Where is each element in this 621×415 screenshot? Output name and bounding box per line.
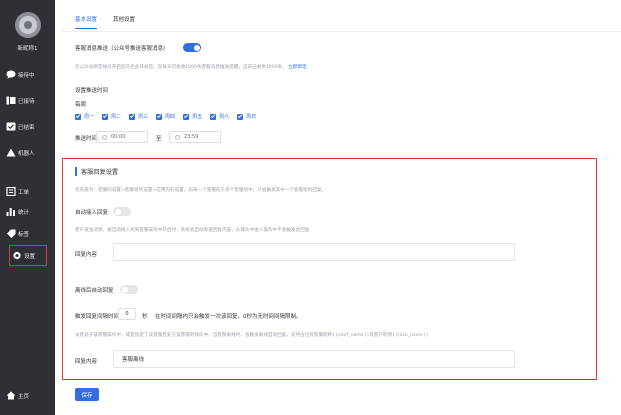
list-icon (6, 96, 16, 105)
chat-bubble-icon (6, 70, 16, 79)
interval-label: 触发回复间隔时间 (75, 314, 120, 320)
sidebar-item-ticket[interactable]: 工单 (6, 184, 29, 199)
sidebar-item-tags[interactable]: 标签 (6, 226, 29, 241)
checkbox-checked-icon (183, 113, 190, 120)
clock-icon (102, 134, 107, 140)
sidebar-item-label: 机器人 (18, 150, 35, 157)
day-checkbox-fri[interactable]: 周五 (183, 113, 202, 120)
day-checkbox-sun[interactable]: 周日 (237, 113, 256, 120)
day-label: 周一 (84, 114, 95, 120)
bind-now-link[interactable]: 立即绑定 (288, 65, 306, 70)
sidebar-item-label: 设置 (24, 253, 36, 260)
sidebar-item-settings[interactable]: 设置 (9, 245, 47, 266)
avatar[interactable] (15, 12, 41, 38)
sidebar-item-receiving[interactable]: 接待中 (6, 67, 35, 82)
day-label: 周五 (192, 114, 203, 120)
clock-icon (175, 134, 180, 140)
tab-divider (62, 31, 621, 32)
weekday-checkboxes: 周一 周二 周三 周四 周五 周六 周日 (75, 113, 256, 120)
tag-icon (6, 229, 16, 238)
offline-content-label: 回复内容 (75, 359, 98, 365)
check-icon (6, 122, 16, 131)
sidebar-item-label: 统计 (18, 209, 30, 216)
settings-tabs: 基本设置 其他设置 (75, 15, 135, 29)
offline-content-input[interactable]: 客服离线 (113, 350, 515, 368)
auto-access-content-input[interactable] (113, 243, 515, 261)
offline-reply-toggle[interactable] (120, 285, 138, 294)
day-checkbox-tue[interactable]: 周二 (102, 113, 121, 120)
checkbox-checked-icon (156, 113, 163, 120)
auto-access-label: 自动接入回复 (75, 210, 109, 216)
auto-access-hint: 客户发送消息，被自动接入到某客服操作中开启时，系统会自动发送回复内容，从排队中进… (75, 228, 310, 233)
interval-input[interactable]: 0 (118, 308, 136, 320)
tab-basic-settings[interactable]: 基本设置 (75, 15, 98, 29)
day-checkbox-thu[interactable]: 周四 (156, 113, 175, 120)
offline-reply-label: 离线后自动回复 (75, 288, 114, 294)
sidebar-item-label: 接待中 (18, 72, 35, 79)
day-checkbox-mon[interactable]: 周一 (75, 113, 94, 120)
start-time-picker[interactable]: 00:00 (96, 131, 148, 143)
gear-icon (12, 251, 22, 260)
sidebar-item-robot[interactable]: 机器人 (6, 145, 35, 160)
sidebar-item-ended[interactable]: 已结束 (6, 119, 35, 134)
push-hint-text: 在公众号绑定账号开启后开启此开关后，您每天可接收1000条客服消息推送提醒，当前… (75, 65, 287, 70)
sidebar: 新昵称1 接待中 已接待 已结束 机器人 工单 统计 标签 设置 主页 (0, 0, 55, 415)
robot-icon (6, 148, 16, 157)
day-label: 周四 (165, 114, 176, 120)
auto-access-toggle[interactable] (113, 207, 131, 216)
bar-chart-icon (6, 207, 16, 216)
end-time-picker[interactable]: 23:59 (169, 131, 221, 143)
push-toggle[interactable] (183, 43, 201, 52)
ticket-icon (6, 186, 16, 197)
offline-content-value: 客服离线 (122, 357, 145, 363)
interval-unit: 秒 (142, 314, 148, 320)
sidebar-item-label: 已结束 (18, 124, 35, 131)
push-hint: 在公众号绑定账号开启后开启此开关后，您每天可接收1000条客服消息推送提醒，当前… (75, 64, 307, 70)
home-icon (6, 391, 16, 400)
checkbox-checked-icon (129, 113, 136, 120)
reply-section-title: 客服回复设置 (81, 169, 119, 176)
sidebar-item-home[interactable]: 主页 (6, 388, 29, 403)
time-separator: 至 (156, 136, 162, 142)
sidebar-item-received[interactable]: 已接待 (6, 93, 35, 108)
user-name: 新昵称1 (17, 46, 38, 52)
save-button[interactable]: 保存 (75, 388, 99, 401)
day-label: 周日 (246, 114, 257, 120)
auto-access-content-label: 回复内容 (75, 252, 98, 258)
checkbox-checked-icon (75, 113, 81, 120)
sidebar-item-label: 工单 (18, 189, 30, 196)
checkbox-checked-icon (102, 113, 109, 120)
tab-other-settings[interactable]: 其他设置 (113, 15, 135, 29)
day-checkbox-wed[interactable]: 周三 (129, 113, 148, 120)
day-checkbox-sat[interactable]: 周六 (210, 113, 229, 120)
sidebar-item-statistics[interactable]: 统计 (6, 204, 29, 219)
end-time-value: 23:59 (184, 134, 199, 140)
reply-priority-desc: 优先级为：客服的设置>客服组的设置>应用内的设置。如果一个客服处于多个客服组中，… (75, 188, 327, 193)
schedule-subtitle: 每周 (75, 102, 87, 108)
start-time-value: 00:00 (111, 134, 126, 140)
sidebar-item-label: 标签 (18, 231, 30, 238)
day-label: 周二 (111, 114, 122, 120)
schedule-title: 设置推送时间 (75, 88, 109, 94)
sidebar-item-label: 主页 (18, 393, 30, 400)
day-label: 周六 (219, 114, 230, 120)
sidebar-item-label: 已接待 (18, 98, 35, 105)
day-label: 周三 (138, 114, 149, 120)
section-accent-bar (75, 167, 77, 176)
checkbox-checked-icon (210, 113, 217, 120)
checkbox-checked-icon (237, 113, 244, 120)
offline-reply-hint: 访客处于该客服操作中，或是指定了该客服且处于该客服的排队中，当客服离线时，会触发… (75, 333, 429, 338)
push-label: 客服消息推送（公众号推送客服消息） (75, 46, 169, 52)
interval-hint: 在时间间隔内只会触发一次该回复，0秒为无时间间隔限制。 (155, 314, 302, 320)
